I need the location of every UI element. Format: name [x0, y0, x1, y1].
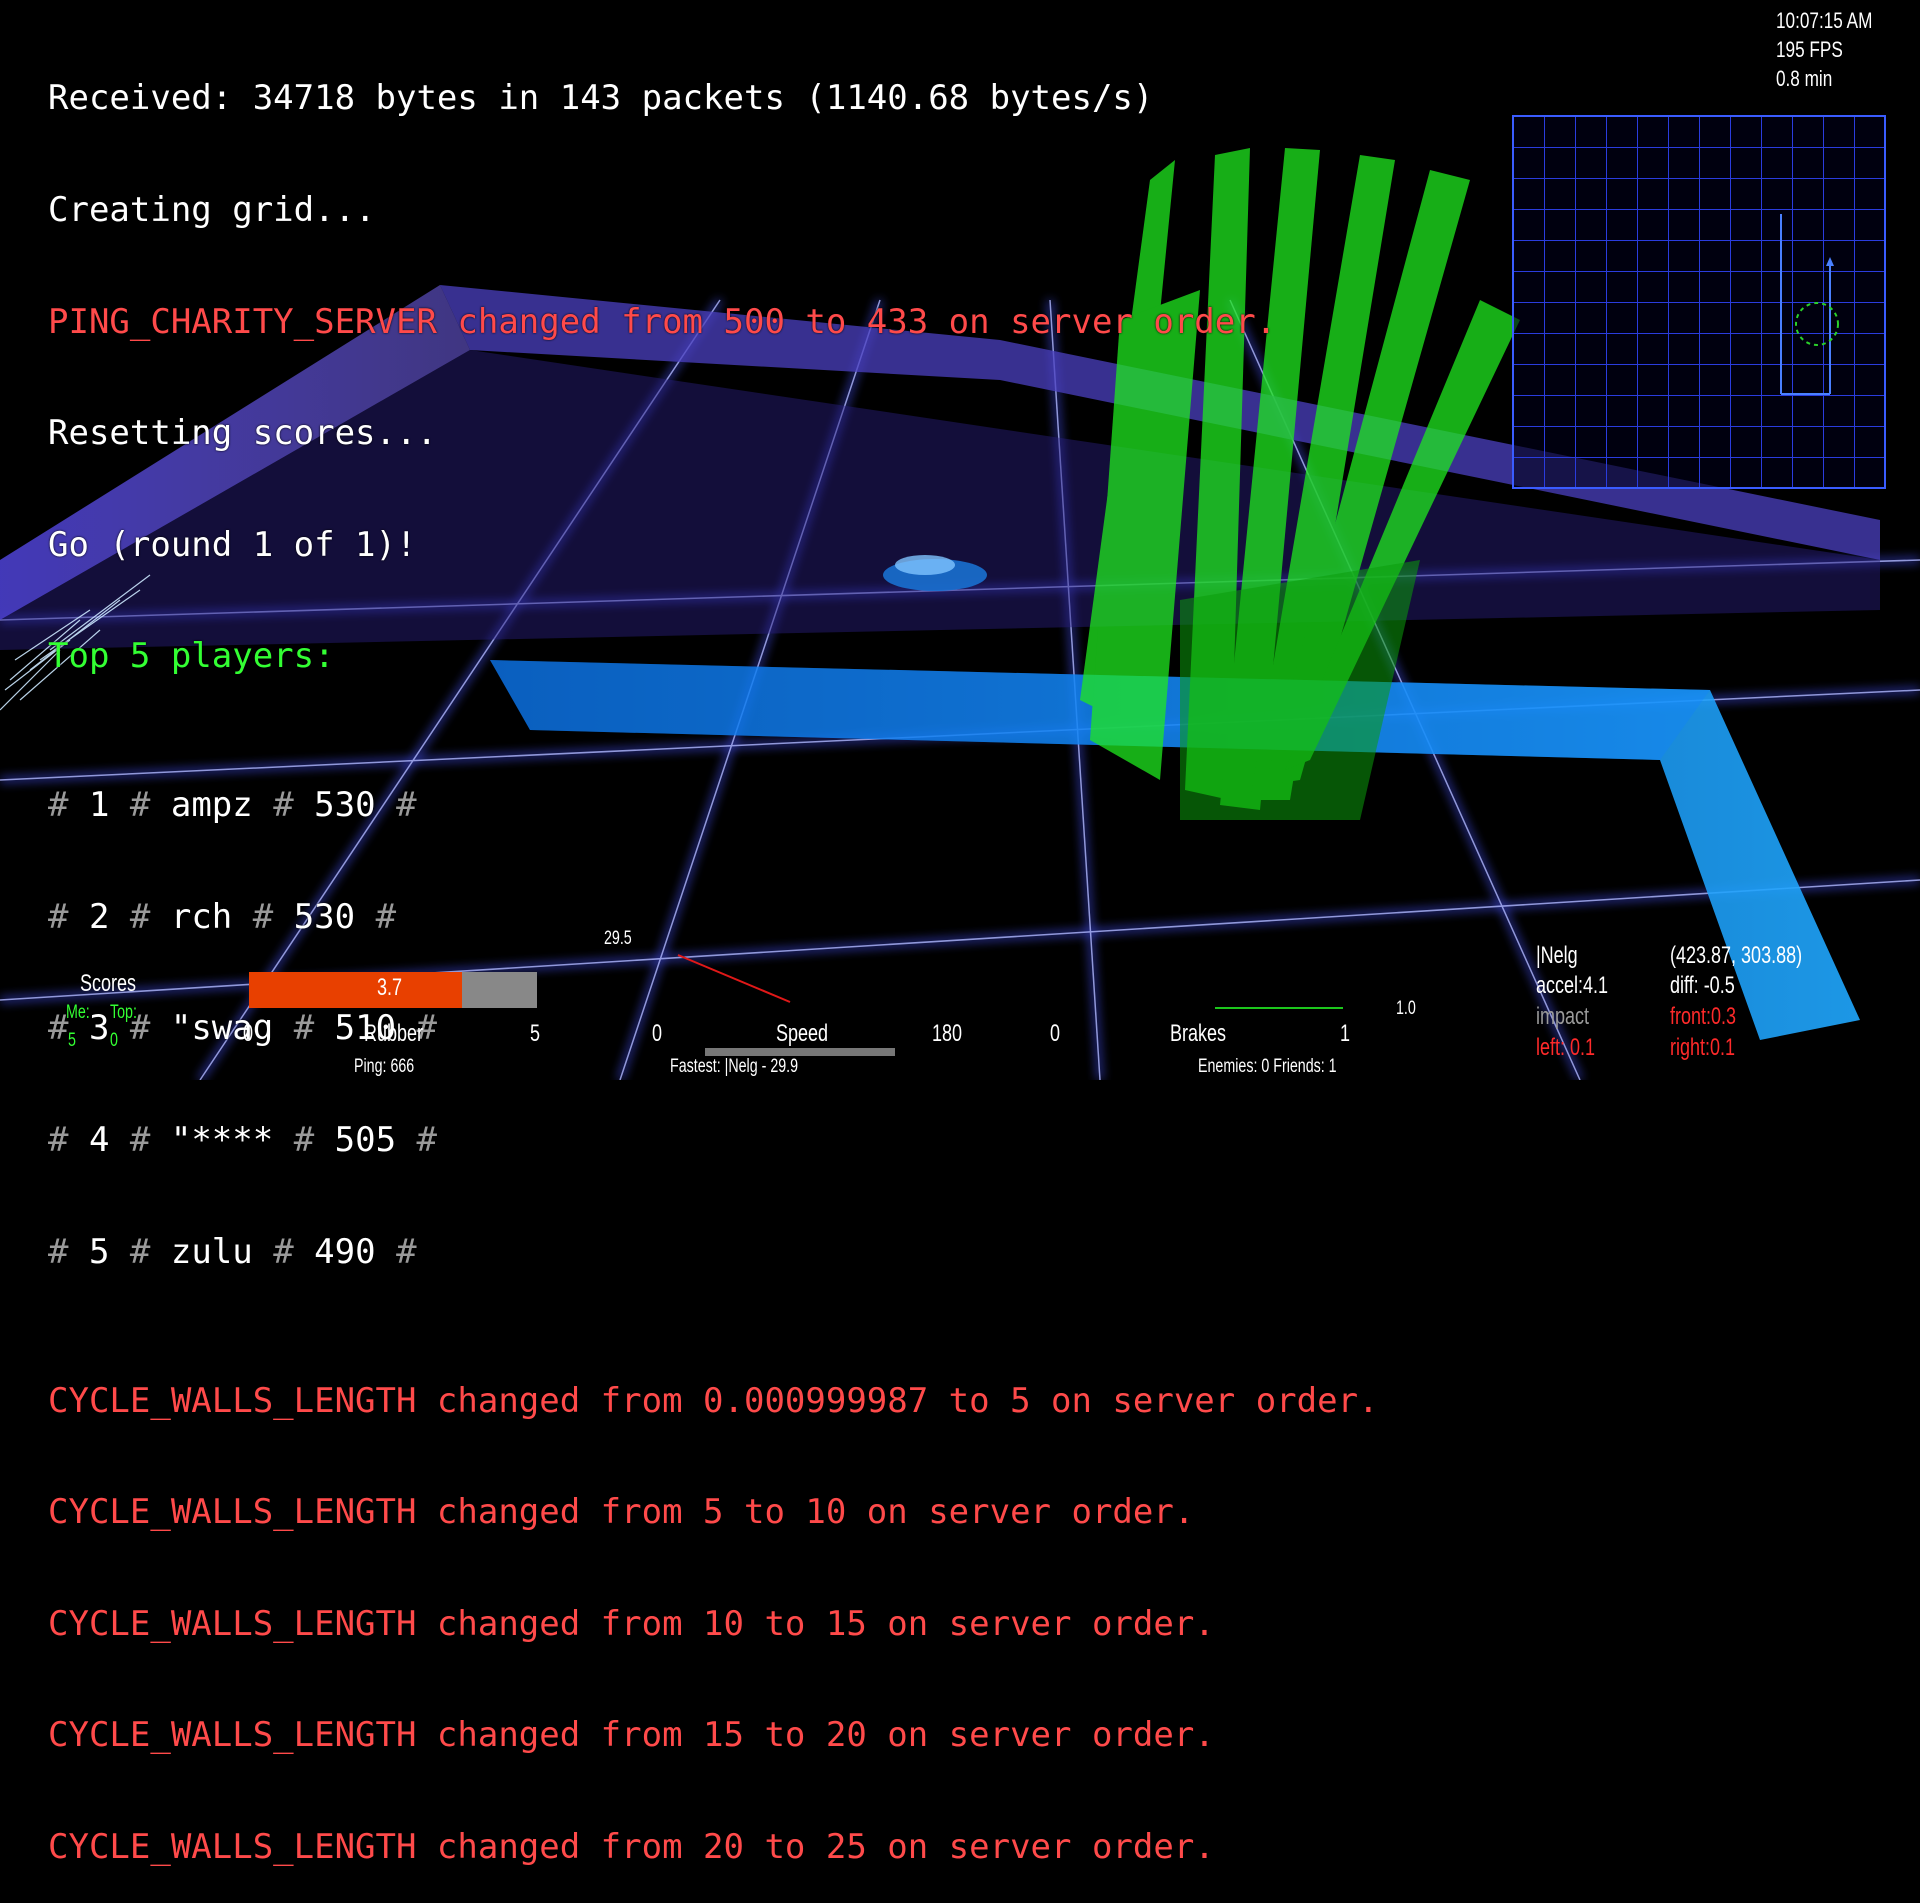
player-rank: 1	[88, 785, 110, 826]
player-score: 530	[293, 896, 356, 937]
console-line: CYCLE_WALLS_LENGTH changed from 5 to 10 …	[48, 1492, 1195, 1533]
player-score: 505	[334, 1120, 397, 1161]
top-player-row: # 4 # "**** # 505 #	[48, 1120, 438, 1161]
player-name: rch	[170, 896, 233, 937]
scores-top-value: 0	[110, 1030, 118, 1051]
ping-text: Ping: 666	[354, 1056, 415, 1077]
brakes-min: 0	[1050, 1020, 1061, 1047]
top-player-row: # 5 # zulu # 490 #	[48, 1231, 417, 1272]
console-line: PING_CHARITY_SERVER changed from 500 to …	[48, 301, 1277, 342]
accel-text: accel:4.1	[1536, 972, 1609, 999]
top-player-row: # 1 # ampz # 530 #	[48, 785, 417, 826]
diff-text: diff: -0.5	[1670, 972, 1735, 999]
front-distance: front:0.3	[1670, 1003, 1737, 1030]
clock-text: 10:07:15 AM	[1776, 8, 1873, 33]
player-name: ampz	[170, 785, 253, 826]
position-text: (423.87, 303.88)	[1670, 942, 1803, 969]
elapsed-text: 0.8 min	[1776, 66, 1833, 91]
console-log: Received: 34718 bytes in 143 packets (11…	[48, 6, 1379, 1903]
player-name-label: |Nelg	[1536, 942, 1578, 969]
scores-title: Scores	[80, 970, 137, 997]
scores-me-value: 5	[68, 1030, 76, 1051]
rubber-label: Rubber	[364, 1020, 424, 1047]
speed-max: 180	[932, 1020, 963, 1047]
console-line: CYCLE_WALLS_LENGTH changed from 0.000999…	[48, 1380, 1379, 1421]
console-line: Resetting scores...	[48, 413, 437, 454]
player-rank: 4	[88, 1120, 110, 1161]
player-rank: 3	[88, 1008, 110, 1049]
player-name: zulu	[170, 1231, 253, 1272]
fastest-text: Fastest: |Nelg - 29.9	[670, 1056, 799, 1077]
rubber-min: 0	[243, 1020, 254, 1047]
scores-top-label: Top:	[110, 1002, 137, 1023]
console-line: Top 5 players:	[48, 636, 335, 677]
player-rank: 2	[88, 896, 110, 937]
minimap-overlay	[1780, 214, 1839, 395]
enemies-friends-text: Enemies: 0 Friends: 1	[1198, 1056, 1337, 1077]
brakes-value: 1.0	[1396, 998, 1416, 1019]
fastest-bar	[705, 1048, 895, 1056]
minimap	[1512, 115, 1886, 489]
console-line: Go (round 1 of 1)!	[48, 524, 417, 565]
rubber-bar-fill	[249, 972, 463, 1008]
brakes-max: 1	[1340, 1020, 1351, 1047]
rubber-value: 3.7	[377, 974, 403, 1001]
right-distance: right:0.1	[1670, 1034, 1736, 1061]
impact-label: impact	[1536, 1003, 1590, 1030]
brakes-label: Brakes	[1170, 1020, 1227, 1047]
top-player-row: # 2 # rch # 530 #	[48, 896, 397, 937]
rubber-bar: 3.7	[249, 972, 537, 1008]
left-distance: left: 0.1	[1536, 1034, 1596, 1061]
console-line: Received: 34718 bytes in 143 packets (11…	[48, 78, 1154, 119]
player-name: "****	[170, 1120, 274, 1161]
speed-value: 29.5	[604, 928, 632, 949]
console-line: CYCLE_WALLS_LENGTH changed from 15 to 20…	[48, 1715, 1215, 1756]
speed-min: 0	[652, 1020, 663, 1047]
console-line: CYCLE_WALLS_LENGTH changed from 10 to 15…	[48, 1603, 1215, 1644]
console-line: Creating grid...	[48, 190, 376, 231]
scores-me-label: Me:	[66, 1002, 90, 1023]
speed-label: Speed	[776, 1020, 829, 1047]
status-readout: 10:07:15 AM 195 FPS 0.8 min	[1776, 6, 1872, 93]
player-rank: 5	[88, 1231, 110, 1272]
player-name: "swag	[170, 1008, 274, 1049]
player-score: 530	[314, 785, 376, 826]
rubber-max: 5	[530, 1020, 541, 1047]
player-score: 490	[314, 1231, 376, 1272]
console-line: CYCLE_WALLS_LENGTH changed from 20 to 25…	[48, 1826, 1215, 1867]
fps-text: 195 FPS	[1776, 37, 1843, 62]
